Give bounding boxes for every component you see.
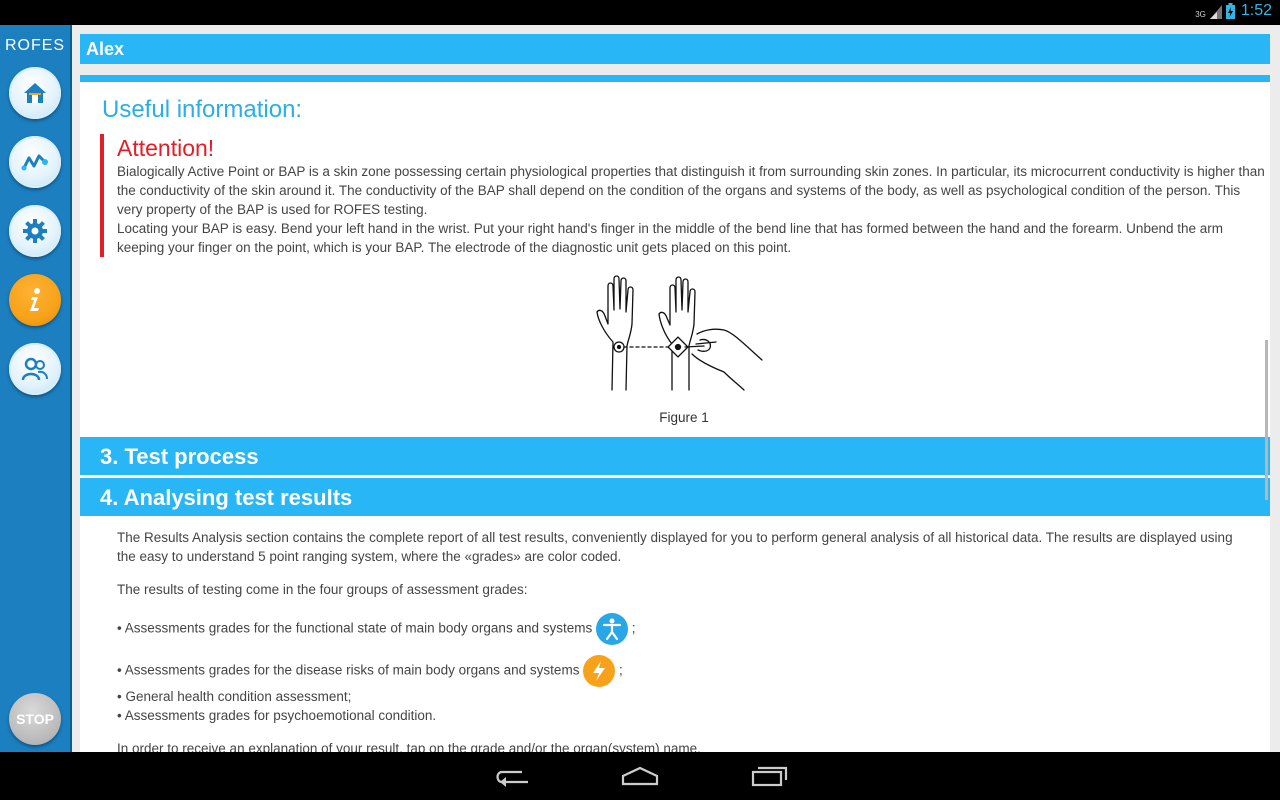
results-content: The Results Analysis section contains th… <box>117 528 1247 752</box>
bap-location-figure <box>596 275 763 391</box>
sidebar: ROFES STOP <box>0 25 72 752</box>
list-item-suffix: ; <box>631 620 636 636</box>
list-item: • Assessments grades for psychoemotional… <box>117 708 437 723</box>
status-bar: 3G 1:52 <box>0 0 1280 25</box>
body-figure-icon <box>596 613 628 645</box>
gear-icon <box>23 219 47 243</box>
figure-caption: Figure 1 <box>659 410 709 425</box>
users-icon <box>21 357 48 381</box>
section-test-process[interactable]: 3. Test process <box>80 437 1270 475</box>
signal-icon <box>1209 5 1222 19</box>
attention-block: Attention! Bialogically Active Point or … <box>100 134 1267 257</box>
info-button[interactable] <box>9 274 61 326</box>
divider-bar <box>80 75 1270 82</box>
bap-locating-instructions: Locating your BAP is easy. Bend your lef… <box>117 221 1223 255</box>
clock: 1:52 <box>1240 2 1272 19</box>
test-button[interactable] <box>9 136 61 188</box>
list-item: • General health condition assessment; <box>117 689 352 704</box>
user-name-bar: Alex <box>80 34 1270 64</box>
results-intro: The Results Analysis section contains th… <box>117 530 1233 564</box>
home-nav-icon[interactable] <box>620 764 660 788</box>
list-item: • Assessments grades for the disease ris… <box>117 655 1247 687</box>
main-content: Alex Useful information: Attention! Bial… <box>80 34 1270 752</box>
back-icon[interactable] <box>492 764 532 788</box>
home-icon <box>24 83 46 103</box>
battery-icon <box>1225 3 1235 19</box>
bap-description: Bialogically Active Point or BAP is a sk… <box>117 164 1265 217</box>
attention-title: Attention! <box>117 135 215 161</box>
system-nav-bar <box>0 752 1280 800</box>
functional-state-label: • Assessments grades for the functional … <box>117 620 593 636</box>
recent-apps-icon[interactable] <box>750 764 790 788</box>
lightning-icon <box>583 655 616 687</box>
users-button[interactable] <box>9 343 61 395</box>
section-analysing-results[interactable]: 4. Analysing test results <box>80 478 1270 516</box>
info-icon <box>30 288 40 311</box>
useful-info-title: Useful information: <box>102 96 303 123</box>
settings-button[interactable] <box>9 205 61 257</box>
brand-logo: ROFES <box>4 37 66 54</box>
stop-button[interactable]: STOP <box>9 693 61 745</box>
info-panel[interactable]: Useful information: Attention! Bialogica… <box>80 82 1270 752</box>
scrollbar[interactable] <box>1265 340 1268 500</box>
results-outro: In order to receive an explanation of yo… <box>117 741 701 752</box>
home-button[interactable] <box>9 67 61 119</box>
list-item: • Assessments grades for the functional … <box>117 613 1247 645</box>
list-item-suffix: ; <box>618 662 623 678</box>
results-groups-intro: The results of testing come in the four … <box>117 582 528 597</box>
disease-risks-label: • Assessments grades for the disease ris… <box>117 662 580 678</box>
waves-icon <box>21 154 48 171</box>
status-area: 3G 1:52 <box>1195 2 1272 20</box>
status-icons: 3G <box>1195 3 1235 19</box>
network-type-label: 3G <box>1195 10 1206 19</box>
